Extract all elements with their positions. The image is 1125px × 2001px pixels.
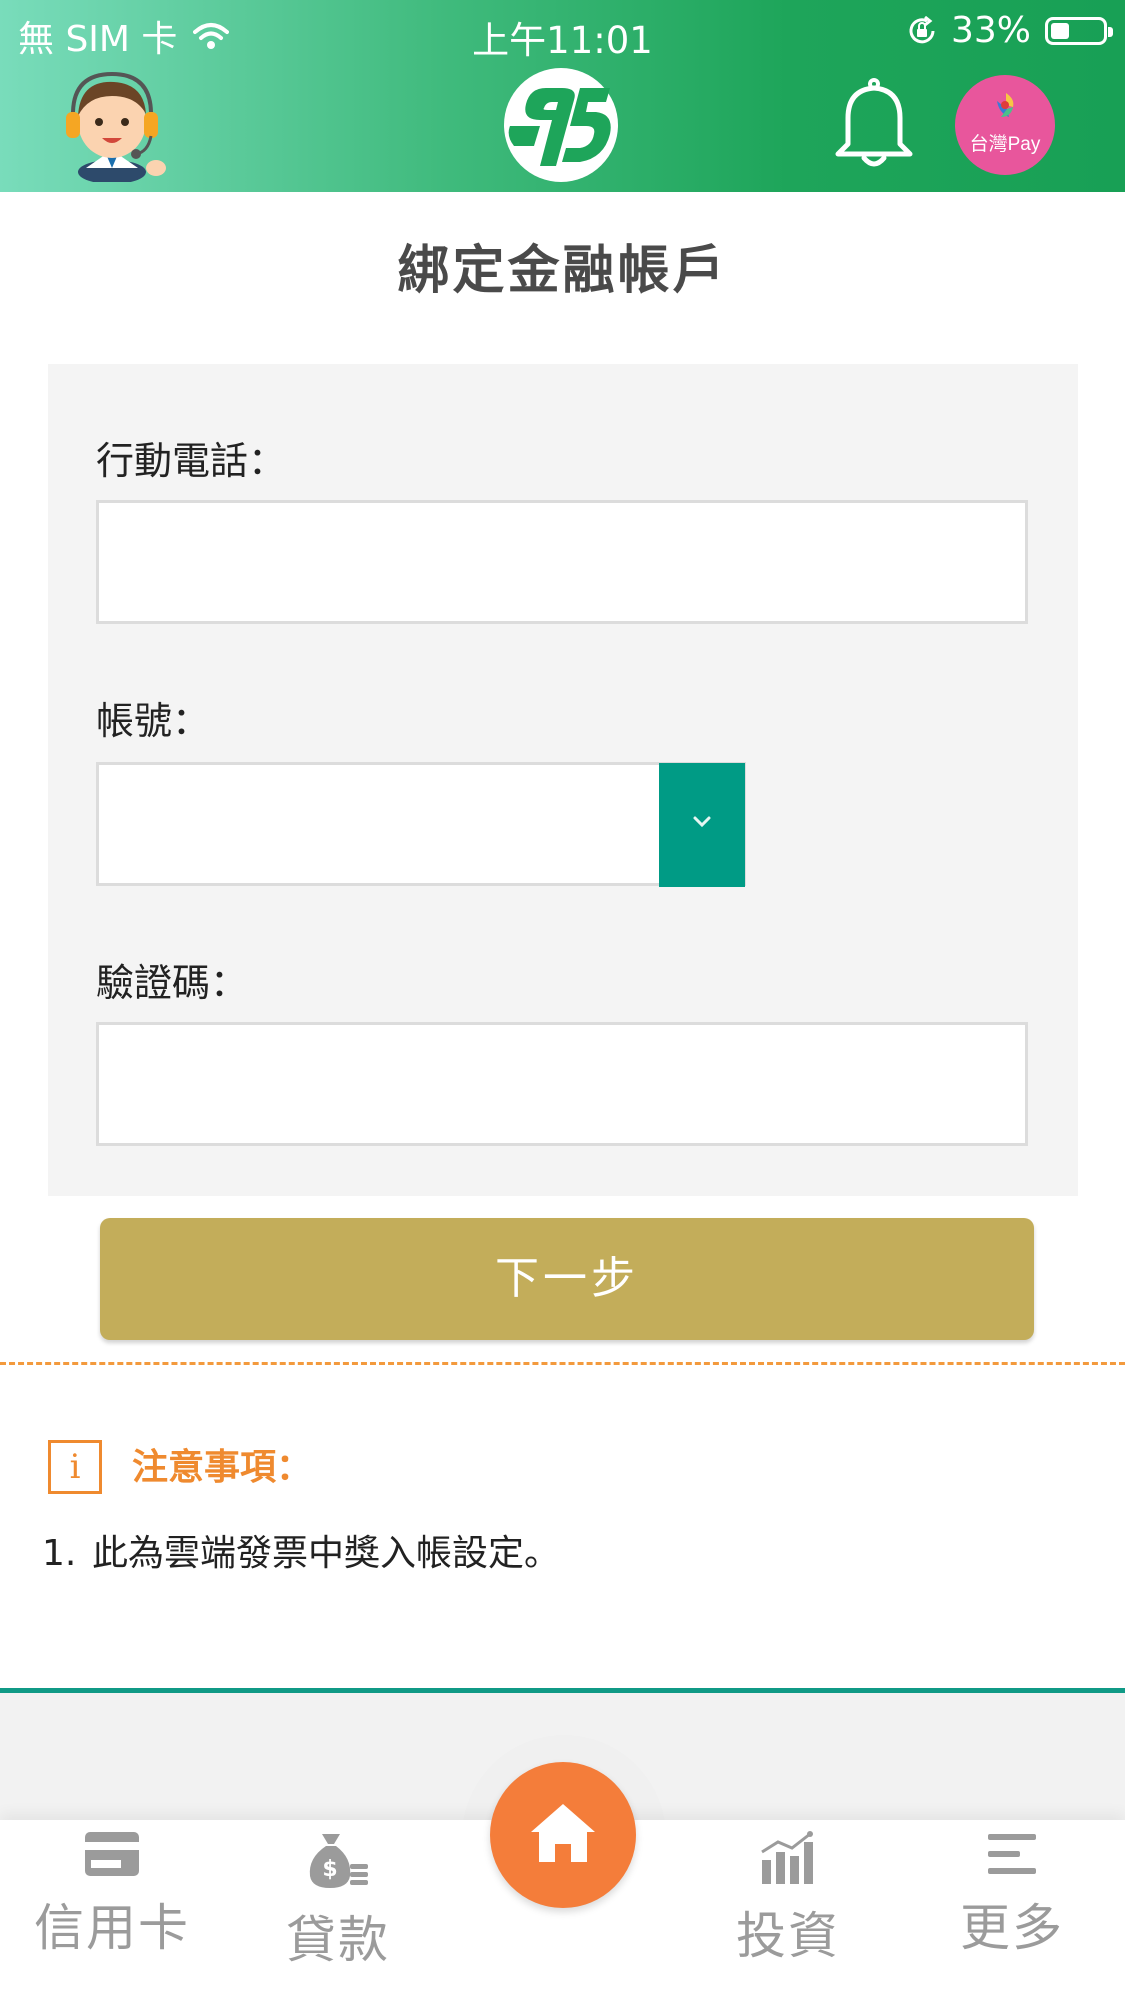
chevron-down-icon [693, 816, 711, 828]
account-select[interactable] [96, 762, 746, 887]
nav-item-credit-card[interactable]: 信用卡 [22, 1830, 202, 1960]
app-logo-icon [504, 68, 618, 182]
page-title: 綁定金融帳戶 [397, 241, 728, 301]
form-panel: 行動電話： 帳號： 驗證碼： [48, 364, 1078, 1196]
phone-label: 行動電話： [96, 439, 287, 483]
nav-label-more: 更多 [960, 1899, 1064, 1957]
taiwanpay-logo-icon [997, 93, 1014, 117]
account-dropdown-button[interactable] [659, 763, 745, 887]
taiwanpay-label: 台灣Pay [969, 134, 1041, 155]
battery-percent: 33% [950, 10, 1031, 51]
battery-icon [1045, 16, 1113, 45]
orientation-lock-icon [909, 15, 935, 43]
account-label: 帳號： [96, 699, 211, 743]
notice-item: 1. 此為雲端發票中獎入帳設定。 [42, 1524, 560, 1576]
taiwanpay-button[interactable]: 台灣Pay [955, 75, 1055, 175]
home-icon [531, 1804, 595, 1862]
phone-input[interactable] [96, 500, 1028, 624]
menu-icon [988, 1834, 1036, 1874]
nav-item-loan[interactable]: $ 貸款 [248, 1830, 428, 1972]
nav-label-loan: 貸款 [286, 1911, 390, 1969]
verification-code-input[interactable] [96, 1022, 1028, 1146]
home-button[interactable] [490, 1762, 636, 1908]
status-right: 33% [907, 10, 1113, 51]
svg-text:$: $ [322, 1857, 337, 1882]
nav-item-more[interactable]: 更多 [922, 1830, 1102, 1960]
app-header: 無 SIM 卡 上午11:01 33% 台灣Pay [0, 0, 1125, 192]
nav-item-investment[interactable]: 投資 [698, 1830, 878, 1968]
dashed-divider [0, 1362, 1125, 1365]
money-bag-icon: $ [309, 1834, 368, 1888]
credit-card-icon [85, 1832, 139, 1876]
customer-service-avatar-icon[interactable] [52, 72, 172, 182]
verification-code-label: 驗證碼： [96, 961, 249, 1005]
notice-item-text: 此為雲端發票中獎入帳設定。 [92, 1533, 561, 1574]
notification-bell-icon[interactable] [832, 78, 916, 170]
next-step-button[interactable]: 下一步 [100, 1218, 1034, 1340]
notice-title: 注意事項： [132, 1447, 313, 1488]
nav-label-credit-card: 信用卡 [34, 1899, 190, 1957]
info-icon: i [48, 1440, 102, 1494]
nav-label-investment: 投資 [736, 1907, 840, 1965]
notice-item-number: 1. [42, 1533, 77, 1574]
investment-chart-icon [761, 1831, 813, 1884]
status-bar: 無 SIM 卡 上午11:01 33% [0, 0, 1125, 62]
